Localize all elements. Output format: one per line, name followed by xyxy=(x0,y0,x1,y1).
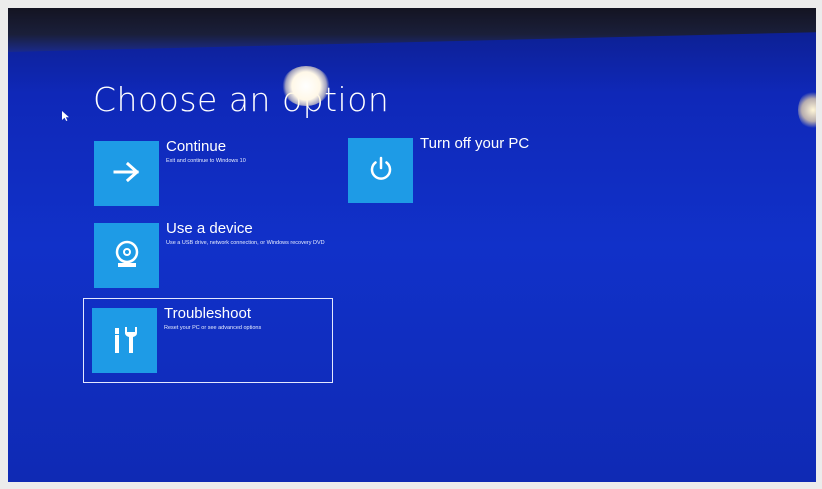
use-device-option[interactable]: Use a device Use a USB drive, network co… xyxy=(94,220,325,288)
disc-drive-icon xyxy=(112,239,142,273)
page-title: Choose an option xyxy=(93,80,390,119)
turn-off-label: Turn off your PC xyxy=(420,135,530,152)
use-device-tile[interactable] xyxy=(94,223,159,288)
arrow-right-icon xyxy=(113,161,141,187)
continue-description: Exit and continue to Windows 10 xyxy=(166,158,246,164)
continue-tile[interactable] xyxy=(94,141,159,206)
turn-off-tile[interactable] xyxy=(348,138,413,203)
monitor-bezel xyxy=(8,8,816,52)
power-icon xyxy=(367,155,395,187)
continue-option[interactable]: Continue Exit and continue to Windows 10 xyxy=(94,138,304,206)
troubleshoot-option[interactable]: Troubleshoot Reset your PC or see advanc… xyxy=(92,305,327,373)
turn-off-option[interactable]: Turn off your PC xyxy=(348,135,538,203)
recovery-screen: Choose an option Continue Exit and conti… xyxy=(8,8,816,482)
use-device-description: Use a USB drive, network connection, or … xyxy=(166,240,325,246)
troubleshoot-description: Reset your PC or see advanced options xyxy=(164,325,262,331)
continue-label: Continue xyxy=(166,138,227,155)
camera-glare-edge xyxy=(798,90,816,130)
troubleshoot-label: Troubleshoot xyxy=(164,305,251,322)
use-device-label: Use a device xyxy=(166,220,253,237)
mouse-pointer-icon xyxy=(62,111,69,124)
tools-icon xyxy=(110,323,140,359)
troubleshoot-tile[interactable] xyxy=(92,308,157,373)
camera-glare xyxy=(282,66,330,106)
